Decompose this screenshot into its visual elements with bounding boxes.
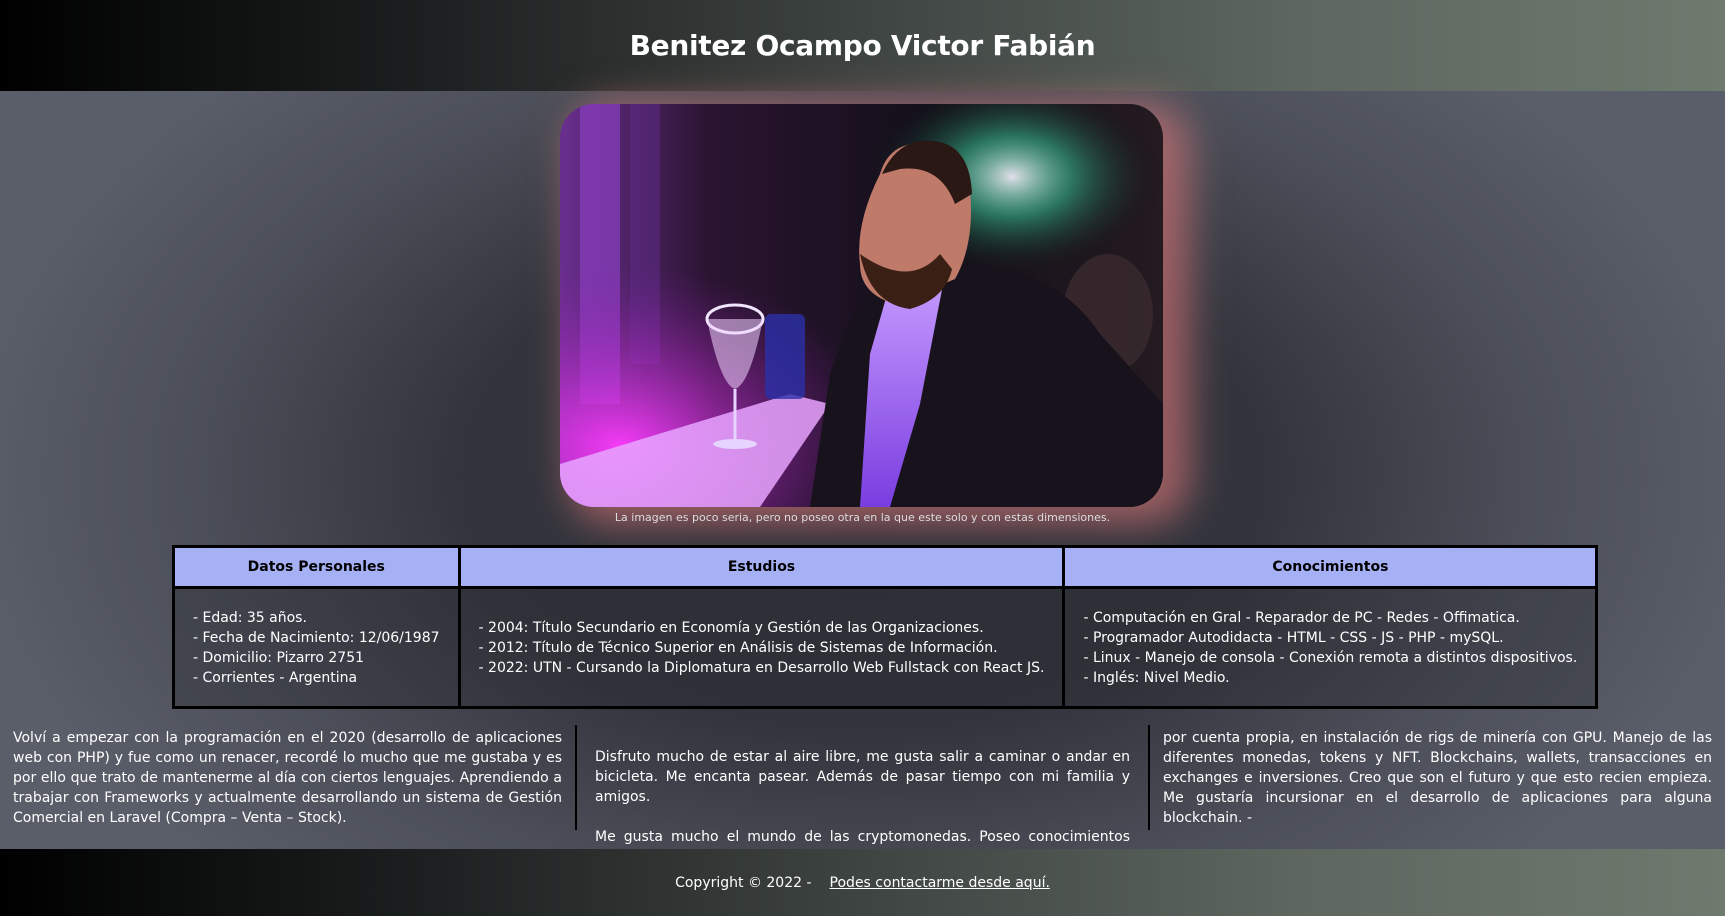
list-item: - Programador Autodidacta - HTML - CSS -… — [1083, 629, 1504, 646]
table-header-row: Datos Personales Estudios Conocimientos — [172, 545, 1599, 589]
header-personal: Datos Personales — [172, 545, 461, 589]
about-section: Volví a empezar con la programación en e… — [0, 725, 1725, 865]
profile-photo-image — [560, 104, 1163, 507]
contact-link[interactable]: Podes contactarme desde aquí. — [830, 875, 1050, 891]
list-item: - Domicilio: Pizarro 2751 — [193, 649, 365, 666]
skills-cell: - Computación en Gral - Reparador de PC … — [1062, 586, 1599, 709]
list-item: - 2004: Título Secundario en Economía y … — [478, 619, 984, 636]
copyright-text: Copyright © 2022 - — [675, 874, 812, 891]
about-column-2: Disfruto mucho de estar al aire libre, m… — [575, 725, 1150, 865]
list-item: - Corrientes - Argentina — [193, 669, 358, 686]
photo-caption: La imagen es poco seria, pero no poseo o… — [614, 511, 1111, 524]
profile-photo — [560, 104, 1163, 507]
info-table: Datos Personales Estudios Conocimientos … — [172, 545, 1599, 709]
list-item: - Computación en Gral - Reparador de PC … — [1083, 609, 1520, 626]
list-item: - Edad: 35 años. — [193, 609, 307, 626]
about-paragraph: Disfruto mucho de estar al aire libre, m… — [595, 749, 1130, 805]
header-studies: Estudios — [457, 545, 1066, 589]
page-footer: Copyright © 2022 - Podes contactarme des… — [0, 849, 1725, 916]
personal-data-cell: - Edad: 35 años. - Fecha de Nacimiento: … — [172, 586, 461, 709]
about-paragraph: Volví a empezar con la programación en e… — [13, 730, 562, 826]
list-item: - Inglés: Nivel Medio. — [1083, 669, 1230, 686]
list-item: - Fecha de Nacimiento: 12/06/1987 — [193, 629, 440, 646]
list-item: - 2012: Título de Técnico Superior en An… — [478, 639, 998, 656]
header-skills: Conocimientos — [1062, 545, 1599, 589]
table-row: - Edad: 35 años. - Fecha de Nacimiento: … — [172, 586, 1599, 709]
list-item: - 2022: UTN - Cursando la Diplomatura en… — [478, 659, 1045, 676]
about-column-3: por cuenta propia, en instalación de rig… — [1150, 725, 1725, 830]
page-title: Benitez Ocampo Victor Fabián — [629, 29, 1096, 62]
studies-cell: - 2004: Título Secundario en Economía y … — [457, 586, 1066, 709]
list-item: - Linux - Manejo de consola - Conexión r… — [1083, 649, 1578, 666]
page-header: Benitez Ocampo Victor Fabián — [0, 0, 1725, 91]
about-paragraph: por cuenta propia, en instalación de rig… — [1163, 730, 1712, 826]
about-column-1: Volví a empezar con la programación en e… — [0, 725, 575, 830]
